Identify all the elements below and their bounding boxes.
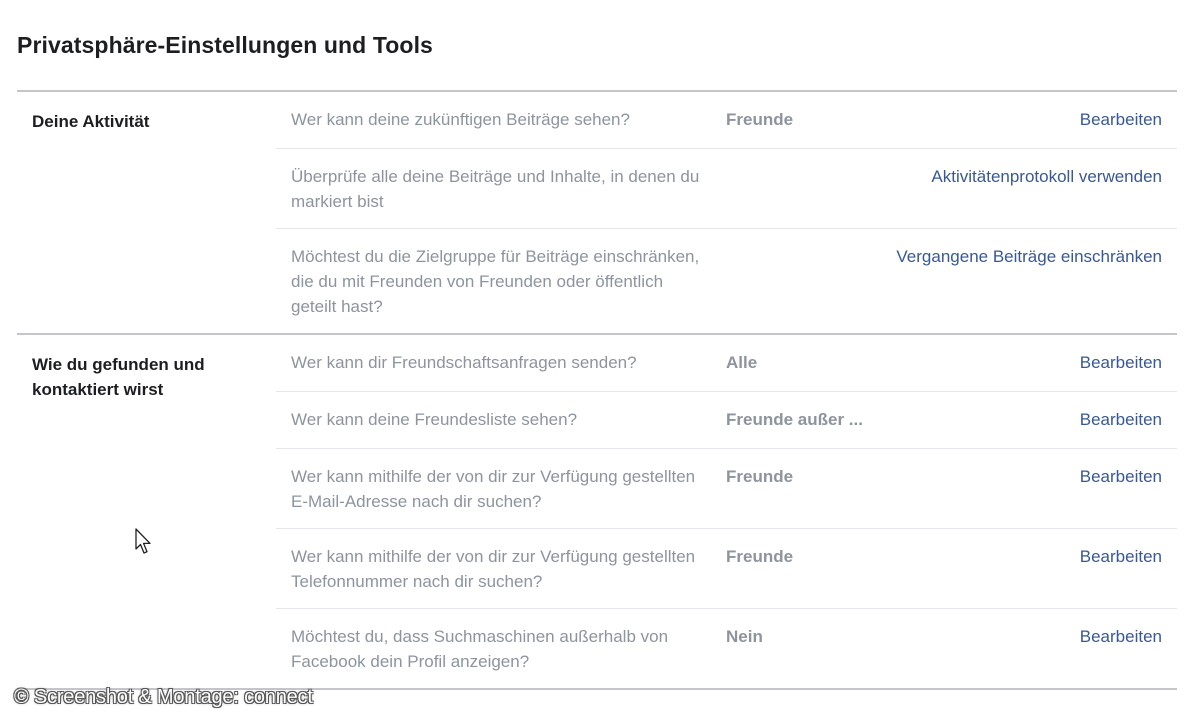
section-title: Wie du gefunden und kontaktiert wirst [32,355,205,399]
section-title: Deine Aktivität [32,112,150,131]
setting-row-search-engines: Möchtest du, dass Suchmaschinen außerhal… [276,608,1177,688]
setting-question: Wer kann dir Freundschaftsanfragen sende… [291,353,637,372]
setting-question: Wer kann deine Freundesliste sehen? [291,410,578,429]
section-rows: Wer kann deine zukünftigen Beiträge sehe… [276,92,1177,333]
setting-question: Wer kann deine zukünftigen Beiträge sehe… [291,110,630,129]
setting-question: Wer kann mithilfe der von dir zur Verfüg… [291,547,696,591]
setting-row-review-posts: Überprüfe alle deine Beiträge und Inhalt… [276,148,1177,228]
limit-past-posts-link[interactable]: Vergangene Beiträge einschränken [726,244,1162,269]
edit-link[interactable]: Bearbeiten [876,544,1162,569]
setting-row-friend-requests: Wer kann dir Freundschaftsanfragen sende… [276,335,1177,391]
section-how-people-find-you: Wie du gefunden und kontaktiert wirst We… [17,333,1177,690]
setting-value: Alle [726,353,758,372]
setting-value: Freunde [726,467,794,486]
privacy-settings-table: Deine Aktivität Wer kann deine zukünftig… [17,90,1177,690]
edit-link[interactable]: Bearbeiten [876,624,1162,649]
activity-log-link[interactable]: Aktivitätenprotokoll verwenden [726,164,1162,189]
section-your-activity: Deine Aktivität Wer kann deine zukünftig… [17,90,1177,333]
section-rows: Wer kann dir Freundschaftsanfragen sende… [276,335,1177,688]
setting-value: Freunde [726,547,794,566]
page-title: Privatsphäre-Einstellungen und Tools [17,32,433,58]
copyright-watermark: © Screenshot & Montage: connect [14,686,313,708]
edit-link[interactable]: Bearbeiten [876,350,1162,375]
edit-link[interactable]: Bearbeiten [876,464,1162,489]
setting-question: Überprüfe alle deine Beiträge und Inhalt… [291,167,700,211]
setting-row-limit-past-posts: Möchtest du die Zielgruppe für Beiträge … [276,228,1177,333]
setting-question: Möchtest du, dass Suchmaschinen außerhal… [291,627,669,671]
setting-row-future-posts: Wer kann deine zukünftigen Beiträge sehe… [276,92,1177,148]
setting-row-email-lookup: Wer kann mithilfe der von dir zur Verfüg… [276,448,1177,528]
setting-question: Wer kann mithilfe der von dir zur Verfüg… [291,467,696,511]
setting-question: Möchtest du die Zielgruppe für Beiträge … [291,247,700,316]
setting-row-phone-lookup: Wer kann mithilfe der von dir zur Verfüg… [276,528,1177,608]
setting-value: Freunde außer ... [726,410,863,429]
edit-link[interactable]: Bearbeiten [876,107,1162,132]
setting-value: Freunde [726,110,794,129]
setting-value: Nein [726,627,763,646]
edit-link[interactable]: Bearbeiten [876,407,1162,432]
mouse-pointer-icon [135,528,151,554]
setting-row-friends-list: Wer kann deine Freundesliste sehen? Freu… [276,391,1177,448]
